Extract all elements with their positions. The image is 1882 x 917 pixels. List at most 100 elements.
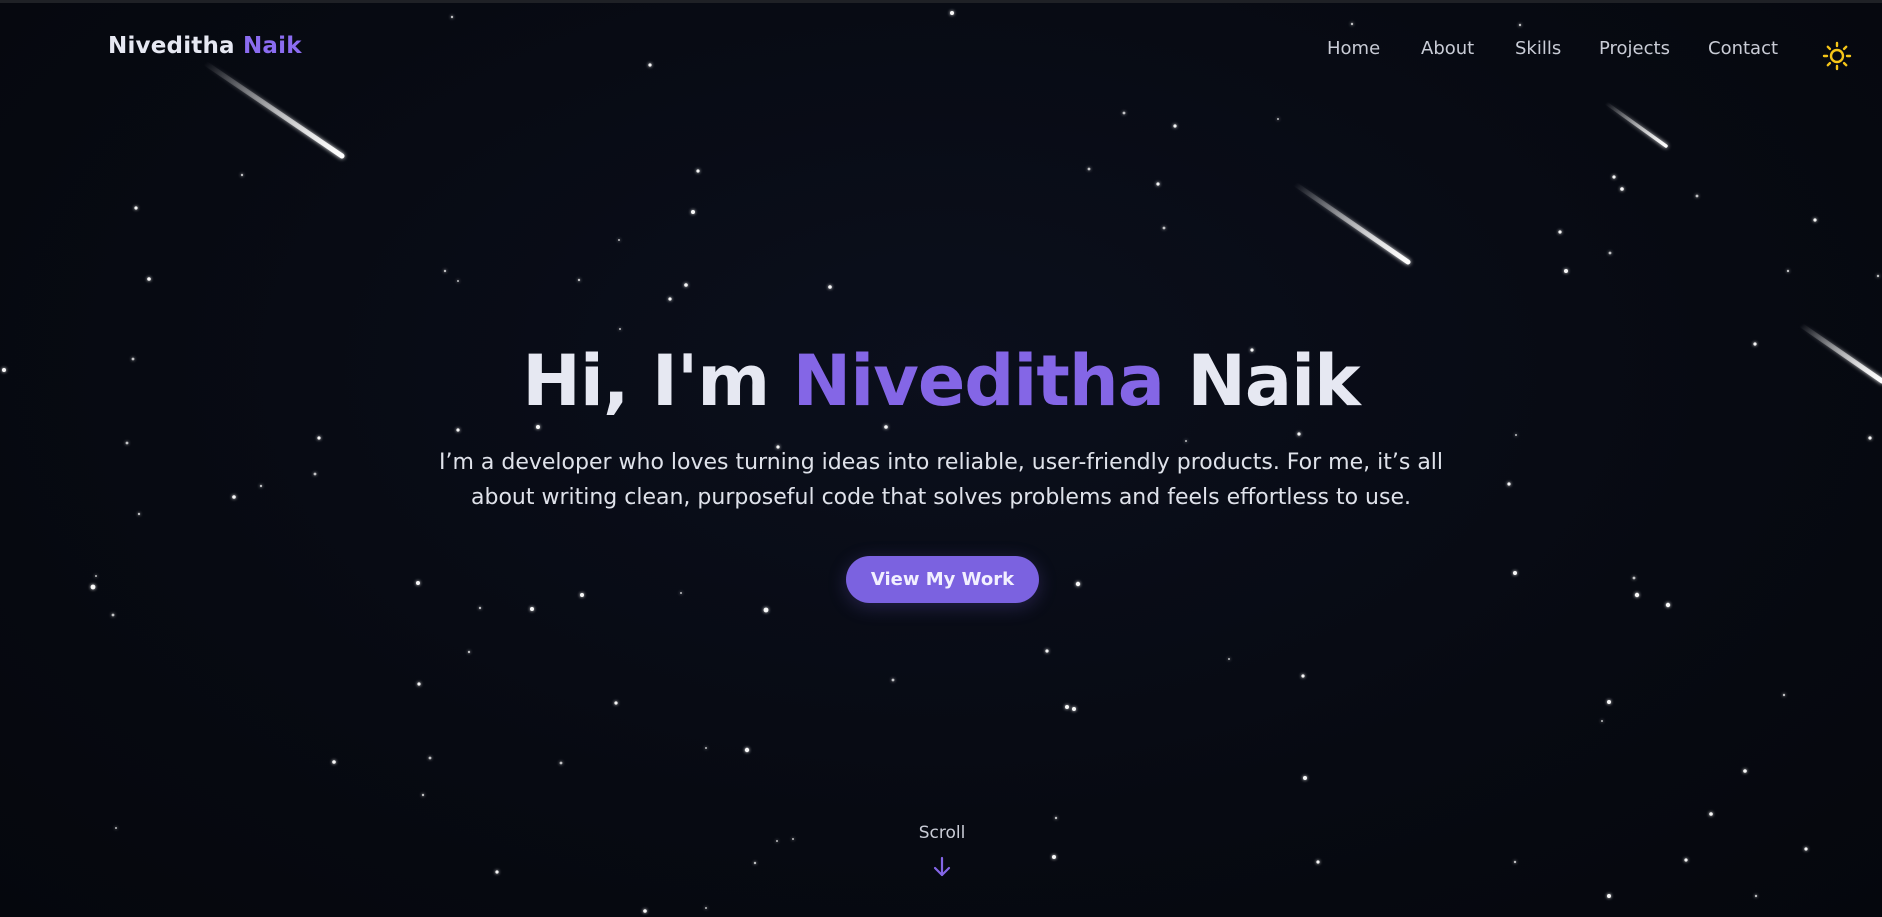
arrow-down-icon[interactable] bbox=[932, 856, 952, 878]
star-dot bbox=[1122, 111, 1126, 115]
brand-logo[interactable]: Niveditha Naik bbox=[108, 33, 302, 59]
star-dot bbox=[450, 15, 454, 19]
star-dot bbox=[1228, 658, 1230, 660]
view-my-work-button[interactable]: View My Work bbox=[846, 556, 1039, 603]
star-dot bbox=[1052, 855, 1056, 859]
star-dot bbox=[95, 575, 97, 577]
star-dot bbox=[90, 584, 96, 590]
star-dot bbox=[705, 747, 707, 749]
nav-item-home[interactable]: Home bbox=[1327, 38, 1380, 59]
shooting-star bbox=[1604, 101, 1668, 148]
hero-description-line: about writing clean, purposeful code tha… bbox=[471, 485, 1411, 510]
star-dot bbox=[1075, 581, 1081, 587]
star-dot bbox=[1601, 720, 1603, 722]
star-dot bbox=[1632, 576, 1636, 580]
star-dot bbox=[580, 593, 584, 597]
star-dot bbox=[684, 283, 688, 287]
star-dot bbox=[421, 793, 425, 797]
hero-name-first: Niveditha bbox=[792, 340, 1165, 422]
star-dot bbox=[147, 277, 151, 281]
star-dot bbox=[1303, 776, 1307, 780]
star-dot bbox=[950, 11, 954, 15]
star-dot bbox=[495, 870, 499, 874]
star-dot bbox=[559, 761, 563, 765]
star-dot bbox=[614, 701, 618, 705]
star-dot bbox=[1782, 693, 1786, 697]
star-dot bbox=[691, 210, 695, 214]
star-dot bbox=[1607, 894, 1611, 898]
hero-name-last: Naik bbox=[1187, 340, 1360, 422]
star-dot bbox=[259, 484, 263, 488]
theme-toggle-button[interactable] bbox=[1820, 39, 1854, 73]
star-dot bbox=[1515, 434, 1517, 436]
star-dot bbox=[416, 581, 420, 585]
star-dot bbox=[530, 607, 534, 611]
star-dot bbox=[1620, 187, 1624, 191]
star-dot bbox=[1513, 860, 1517, 864]
star-dot bbox=[134, 206, 138, 210]
star-dot bbox=[891, 678, 895, 682]
star-dot bbox=[240, 173, 244, 177]
star-dot bbox=[1709, 812, 1713, 816]
star-dot bbox=[1608, 251, 1612, 255]
star-dot bbox=[1564, 269, 1568, 273]
star-dot bbox=[1665, 602, 1671, 608]
star-dot bbox=[828, 285, 832, 289]
hero-description: I’m a developer who loves turning ideas … bbox=[420, 445, 1462, 515]
star-dot bbox=[428, 756, 432, 760]
star-dot bbox=[680, 592, 682, 594]
star-dot bbox=[1695, 194, 1699, 198]
star-dot bbox=[456, 428, 460, 432]
star-dot bbox=[884, 425, 888, 429]
star-dot bbox=[1277, 118, 1279, 120]
star-dot bbox=[1173, 124, 1177, 128]
star-dot bbox=[1607, 700, 1611, 704]
star-dot bbox=[111, 613, 115, 617]
star-dot bbox=[618, 239, 620, 241]
star-dot bbox=[1684, 858, 1688, 862]
sun-icon bbox=[1822, 41, 1852, 71]
star-dot bbox=[1297, 432, 1301, 436]
star-dot bbox=[744, 747, 750, 753]
nav-item-contact[interactable]: Contact bbox=[1708, 38, 1778, 59]
star-dot bbox=[536, 425, 540, 429]
star-dot bbox=[1072, 707, 1076, 711]
star-dot bbox=[137, 512, 141, 516]
page: Niveditha Naik Home About Skills Project… bbox=[0, 0, 1882, 917]
star-dot bbox=[1087, 167, 1091, 171]
star-dot bbox=[457, 280, 459, 282]
star-dot bbox=[125, 441, 129, 445]
hero-greeting: Hi, I'm bbox=[522, 340, 770, 422]
hero-description-line: I’m a developer who loves turning ideas … bbox=[438, 450, 1444, 475]
star-dot bbox=[763, 607, 769, 613]
brand-last-name: Naik bbox=[242, 33, 302, 59]
star-dot bbox=[705, 907, 707, 909]
star-dot bbox=[1065, 705, 1069, 709]
star-dot bbox=[1162, 226, 1166, 230]
star-dot bbox=[577, 278, 581, 282]
star-dot bbox=[1558, 230, 1562, 234]
star-dot bbox=[1876, 274, 1880, 278]
scroll-label[interactable]: Scroll bbox=[0, 823, 1882, 843]
star-dot bbox=[443, 269, 447, 273]
star-dot bbox=[478, 606, 482, 610]
nav-item-about[interactable]: About bbox=[1421, 38, 1474, 59]
star-dot bbox=[417, 682, 421, 686]
star-dot bbox=[232, 495, 236, 499]
star-dot bbox=[1813, 218, 1817, 222]
star-dot bbox=[1513, 571, 1517, 575]
star-dot bbox=[1786, 269, 1790, 273]
nav-item-projects[interactable]: Projects bbox=[1599, 38, 1670, 59]
star-dot bbox=[619, 328, 621, 330]
star-dot bbox=[1868, 436, 1872, 440]
nav-item-skills[interactable]: Skills bbox=[1515, 38, 1561, 59]
star-dot bbox=[668, 297, 672, 301]
star-dot bbox=[1316, 860, 1320, 864]
star-dot bbox=[1507, 482, 1511, 486]
star-dot bbox=[1743, 769, 1747, 773]
star-dot bbox=[1301, 674, 1305, 678]
brand-first-name: Niveditha bbox=[108, 33, 235, 59]
star-dot bbox=[1612, 175, 1616, 179]
star-dot bbox=[1754, 894, 1758, 898]
star-dot bbox=[1350, 22, 1354, 26]
